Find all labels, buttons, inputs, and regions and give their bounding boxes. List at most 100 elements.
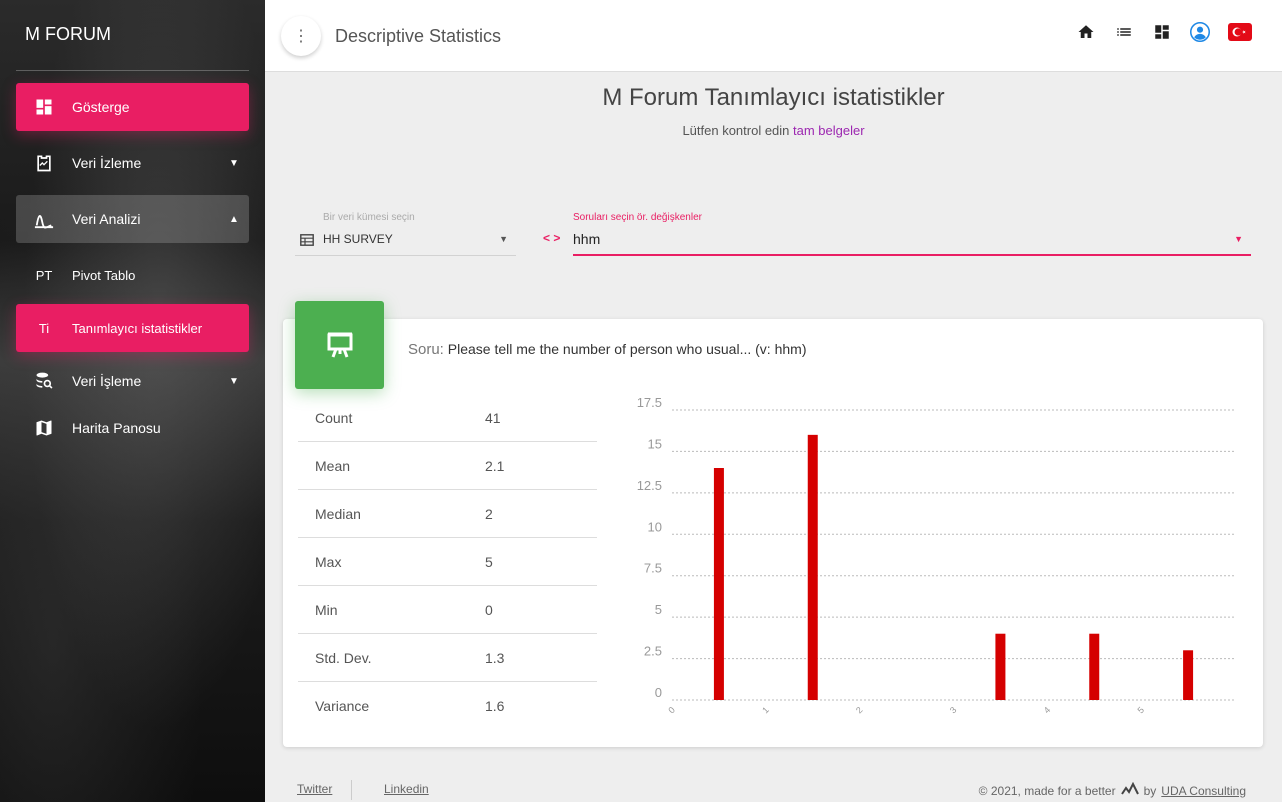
y-tick-label: 10 (648, 519, 662, 534)
y-tick-label: 15 (648, 436, 662, 451)
more-vert-button[interactable]: ⋮ (281, 16, 321, 56)
code-icon: < > (543, 231, 561, 245)
linkedin-link[interactable]: Linkedin (384, 782, 429, 796)
company-link[interactable]: UDA Consulting (1161, 784, 1246, 798)
table-icon (300, 233, 314, 251)
dataset-value: HH SURVEY (323, 232, 393, 246)
stat-value: 2.1 (485, 457, 505, 474)
stat-name: Min (315, 601, 338, 618)
copyright-text: © 2021, made for a better (978, 783, 1116, 798)
dashboard-icon[interactable] (1152, 22, 1172, 42)
bar (807, 434, 818, 700)
sidebar-item-label: Veri Analizi (72, 211, 141, 227)
table-row: Std. Dev. 1.3 (298, 634, 597, 682)
sidebar-item-veri-analizi[interactable]: Veri Analizi ▲ (16, 195, 249, 243)
x-tick-label: 2 (854, 705, 865, 716)
stat-name: Median (315, 505, 361, 522)
top-navbar: ⋮ Descriptive Statistics (265, 0, 1282, 72)
data-processing-icon (16, 371, 72, 391)
stat-value: 0 (485, 601, 493, 618)
bar (713, 468, 724, 700)
x-tick-label: 0 (666, 705, 677, 716)
stats-table: Count 41 Mean 2.1 Median 2 Max 5 Min 0 Std. D… (298, 394, 597, 730)
sidebar-item-veri-izleme[interactable]: Veri İzleme ▼ (16, 139, 249, 187)
y-tick-label: 5 (655, 602, 662, 617)
dataset-select[interactable]: Bir veri kümesi seçin HH SURVEY ▼ (295, 212, 516, 256)
page-title: Descriptive Statistics (335, 26, 502, 46)
bar (995, 633, 1006, 700)
footer-credits: © 2021, made for a better by UDA Consult… (978, 781, 1246, 799)
sidebar-item-label: Tanımlayıcı istatistikler (72, 320, 203, 336)
caret-down-icon: ▼ (229, 157, 239, 169)
sidebar-item-abbr: PT (35, 267, 53, 283)
stat-value: 1.3 (485, 649, 505, 666)
table-row: Max 5 (298, 538, 597, 586)
home-icon[interactable] (1076, 22, 1096, 42)
table-row: Variance 1.6 (298, 682, 597, 730)
sidebar-item-tanimlayici[interactable]: Ti Tanımlayıcı istatistikler (16, 304, 249, 352)
main-title: M Forum Tanımlayıcı istatistikler (602, 84, 945, 111)
dropdown-arrow-icon: ▼ (1234, 234, 1243, 244)
twitter-link[interactable]: Twitter (297, 782, 332, 796)
list-icon[interactable] (1114, 22, 1134, 42)
sidebar-divider (16, 70, 249, 71)
subtitle-text: Lütfen kontrol edin (682, 123, 794, 138)
questions-value: hhm (573, 231, 601, 247)
y-tick-label: 7.5 (644, 561, 662, 576)
card-title-text: Please tell me the number of person who … (443, 341, 807, 357)
documentation-link[interactable]: tam belgeler (793, 123, 865, 138)
bar (1183, 650, 1194, 700)
stat-value: 1.6 (485, 698, 505, 714)
sidebar-item-abbr: Ti (38, 320, 50, 336)
presentation-icon (295, 301, 384, 389)
x-tick-label: 5 (1136, 705, 1147, 716)
sidebar: M FORUM Gösterge Veri İzleme ▼ Veri Anal… (0, 0, 265, 802)
table-row: Min 0 (298, 586, 597, 634)
by-text: by (1143, 783, 1157, 798)
table-row: Mean 2.1 (298, 442, 597, 490)
chart-trend-icon (1120, 781, 1139, 799)
turkey-flag-icon[interactable] (1228, 22, 1252, 42)
stat-name: Mean (315, 457, 351, 474)
y-tick-label: 12.5 (637, 478, 662, 493)
more-vert-icon: ⋮ (293, 28, 309, 45)
brand-logo[interactable]: M FORUM (25, 24, 111, 45)
sidebar-item-veri-isleme[interactable]: Veri İşleme ▼ (16, 357, 249, 405)
x-tick-label: 1 (760, 705, 771, 716)
stat-name: Std. Dev. (315, 649, 372, 666)
analysis-icon (16, 209, 72, 229)
stat-value: 2 (485, 505, 493, 522)
sidebar-item-gosterge[interactable]: Gösterge (16, 83, 249, 131)
card-title-prefix: Soru: (408, 341, 444, 358)
questions-select[interactable]: Soruları seçin ör. değişkenler hhm ▼ (573, 212, 1251, 256)
sidebar-item-pivot-tablo[interactable]: PT Pivot Tablo (16, 251, 249, 299)
stat-value: 5 (485, 553, 493, 570)
sidebar-item-label: Pivot Tablo (72, 267, 136, 283)
caret-up-icon: ▲ (229, 213, 239, 225)
stat-name: Variance (315, 698, 370, 714)
sidebar-item-harita-panosu[interactable]: Harita Panosu (16, 404, 249, 452)
x-tick-label: 3 (948, 705, 959, 716)
y-tick-label: 2.5 (644, 644, 662, 659)
stat-name: Max (315, 553, 342, 570)
card-title: Soru: Please tell me the number of perso… (408, 341, 806, 358)
table-row: Count 41 (298, 394, 597, 442)
dropdown-arrow-icon: ▼ (499, 234, 508, 244)
table-row: Median 2 (298, 490, 597, 538)
questions-label: Soruları seçin ör. değişkenler (573, 212, 702, 223)
sidebar-item-label: Harita Panosu (72, 420, 161, 436)
map-icon (16, 418, 72, 438)
caret-down-icon: ▼ (229, 375, 239, 387)
stat-name: Count (315, 409, 353, 426)
stat-value: 41 (485, 409, 501, 426)
sidebar-item-label: Veri İşleme (72, 373, 142, 389)
sidebar-item-label: Gösterge (72, 99, 130, 115)
footer: Twitter Linkedin © 2021, made for a bett… (265, 778, 1282, 802)
account-icon[interactable] (1190, 22, 1210, 42)
y-tick-label: 0 (655, 685, 662, 700)
x-tick-label: 4 (1042, 705, 1053, 716)
histogram-chart: 0 2.5 5 7.5 10 12.5 15 17.5 0 1 2 3 4 5 (637, 395, 1235, 716)
sidebar-item-label: Veri İzleme (72, 155, 142, 171)
footer-divider (351, 780, 352, 800)
dashboard-icon (16, 97, 72, 117)
